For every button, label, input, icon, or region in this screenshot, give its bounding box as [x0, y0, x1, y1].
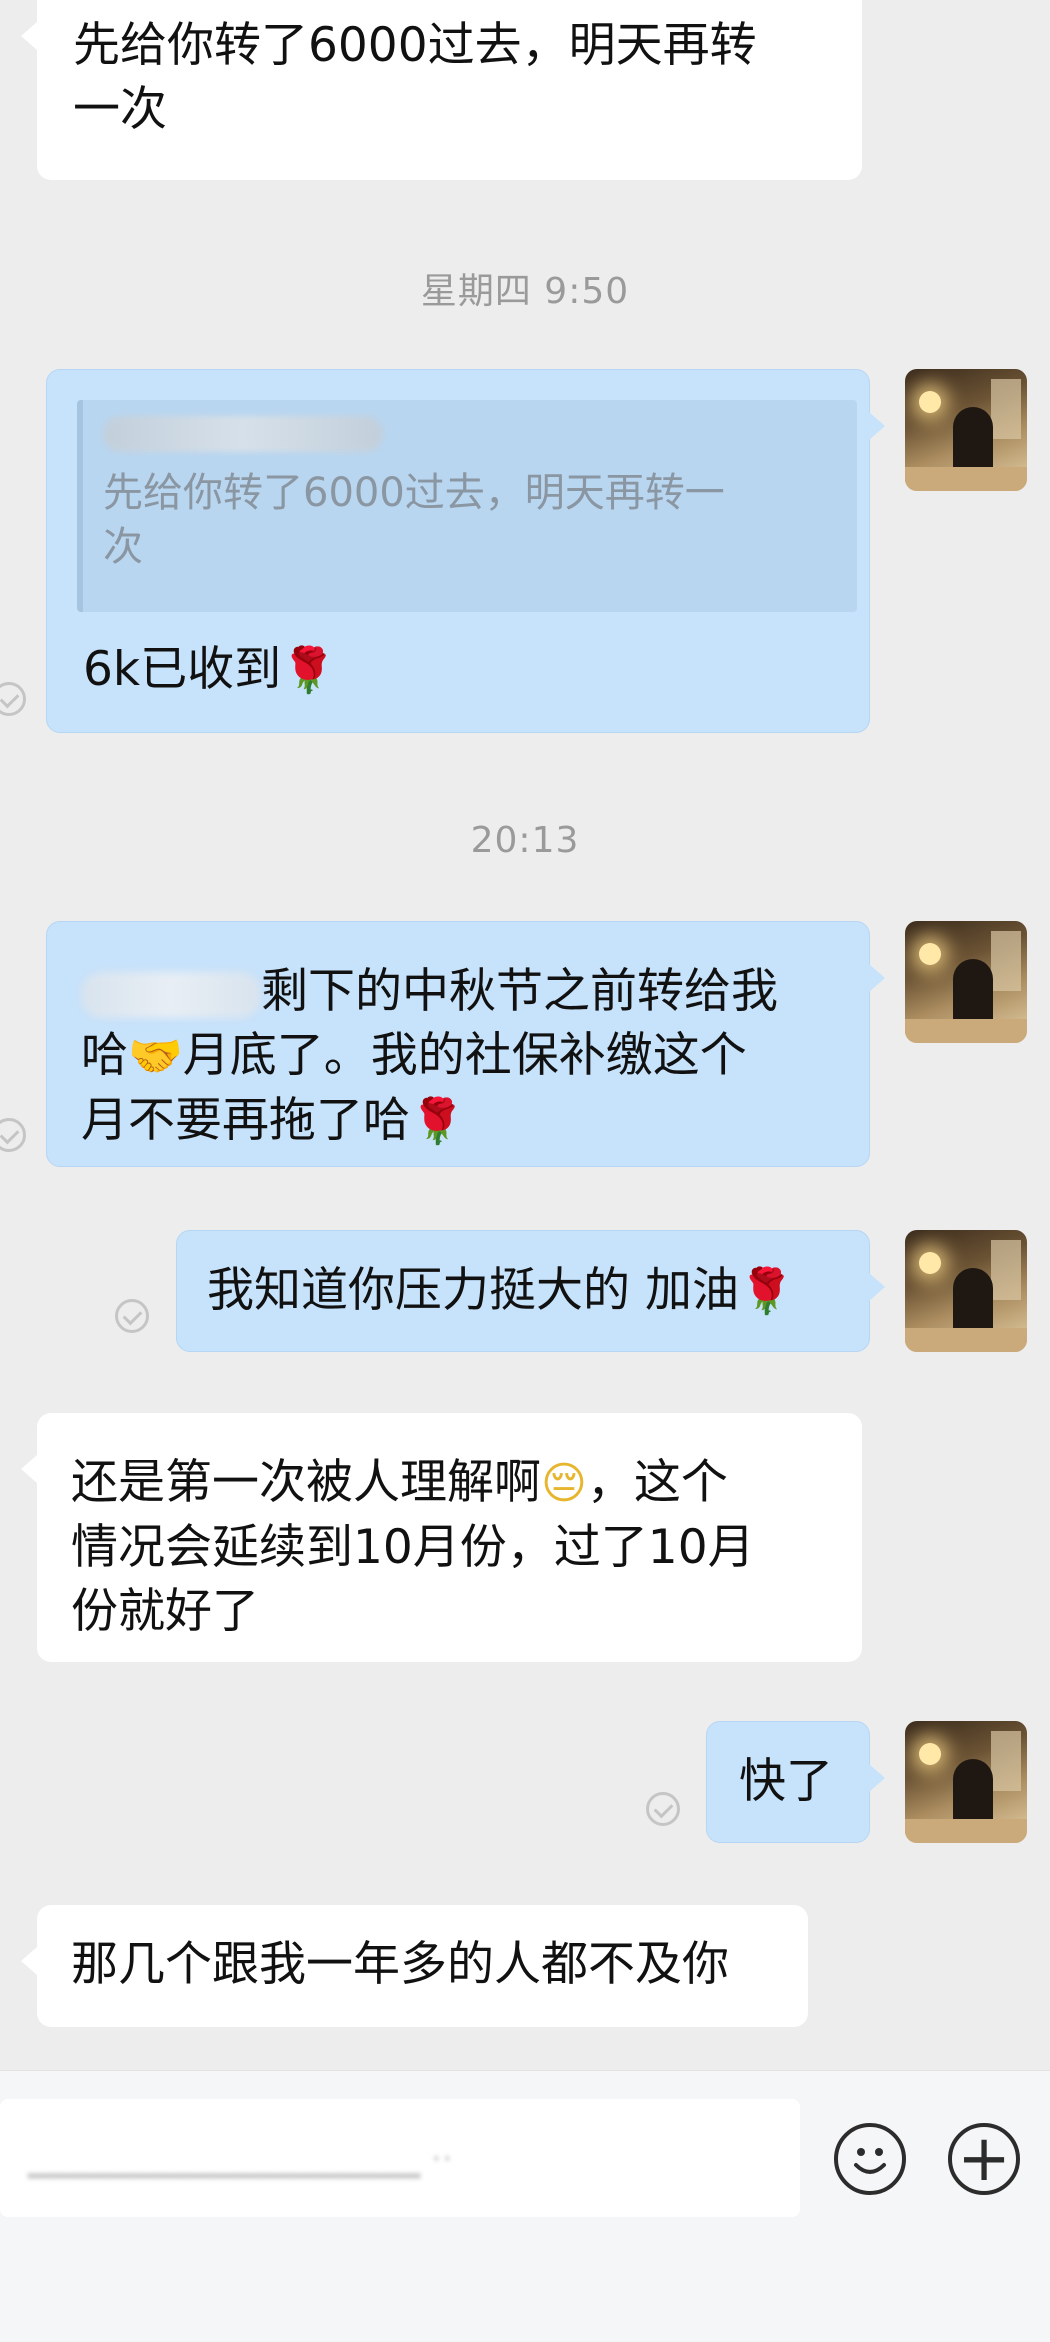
handshake-emoji: 🤝 [128, 1031, 183, 1082]
avatar[interactable] [905, 1721, 1027, 1843]
quoted-sender-name [103, 416, 383, 452]
message-outgoing[interactable]: 先给你转了6000过去，明天再转一 次 6k已收到🌹 [46, 369, 885, 733]
rose-emoji: 🌹 [281, 645, 336, 696]
quoted-text: 次 [103, 524, 143, 570]
plus-glyph: + [957, 2122, 1011, 2196]
avatar[interactable] [905, 921, 1027, 1043]
quoted-text: 先给你转了6000过去，明天再转一 [103, 470, 725, 516]
chat-area[interactable]: 先给你转了6000过去，明天再转 一次 星期四 9:50 先给你转了6000过去… [0, 0, 1050, 2070]
read-check-icon [0, 1118, 26, 1152]
worried-face-emoji: 😔 [541, 1458, 587, 1509]
message-text: 剩下的中秋节之前转给我 [261, 964, 778, 1019]
message-text: ，这个 [586, 1455, 728, 1510]
input-bar: ▁▁▁▁▁▁▁▁▁▁▁▁▁▁▁ ·· + [0, 2070, 1050, 2342]
blurred-name [81, 971, 261, 1018]
quoted-message[interactable]: 先给你转了6000过去，明天再转一 次 [77, 400, 857, 612]
message-text: 一次 [73, 82, 167, 137]
message-incoming[interactable]: 先给你转了6000过去，明天再转 一次 [21, 0, 862, 180]
message-text: 份就好了 [71, 1584, 259, 1639]
rose-emoji: 🌹 [738, 1266, 794, 1317]
message-text: 那几个跟我一年多的人都不及你 [71, 1937, 729, 1992]
read-check-icon [115, 1299, 149, 1333]
message-input[interactable]: ▁▁▁▁▁▁▁▁▁▁▁▁▁▁▁ ·· [0, 2099, 800, 2217]
message-outgoing[interactable]: 剩下的中秋节之前转给我 哈🤝月底了。我的社保补缴这个 月不要再拖了哈🌹 [46, 921, 885, 1167]
message-text: 先给你转了6000过去，明天再转 [73, 18, 757, 73]
avatar[interactable] [905, 369, 1027, 491]
message-text: 6k已收到 [83, 642, 282, 697]
message-outgoing[interactable]: 快了 [706, 1721, 885, 1843]
message-text: 快了 [739, 1754, 833, 1809]
message-text: 还是第一次被人理解啊 [71, 1455, 541, 1510]
message-outgoing[interactable]: 我知道你压力挺大的 加油🌹 [176, 1230, 885, 1352]
timestamp: 星期四 9:50 [420, 271, 630, 312]
plus-icon[interactable]: + [948, 2122, 1020, 2196]
message-text: 月底了。我的社保补缴这个 [182, 1028, 747, 1083]
message-text: 哈 [81, 1028, 128, 1083]
timestamp: 20:13 [470, 820, 580, 861]
message-text: 我知道你压力挺大的 加油 [207, 1263, 739, 1318]
smiley-icon[interactable] [834, 2123, 906, 2195]
read-check-icon [646, 1792, 680, 1826]
message-text: 情况会延续到10月份，过了10月 [71, 1520, 755, 1575]
message-incoming[interactable]: 还是第一次被人理解啊😔，这个 情况会延续到10月份，过了10月 份就好了 [21, 1413, 862, 1662]
avatar[interactable] [905, 1230, 1027, 1352]
rose-emoji: 🌹 [410, 1096, 465, 1147]
input-draft-blurred: ▁▁▁▁▁▁▁▁▁▁▁▁▁▁▁ ·· [28, 2139, 453, 2179]
message-text: 月不要再拖了哈 [81, 1093, 410, 1148]
message-incoming[interactable]: 那几个跟我一年多的人都不及你 [21, 1905, 808, 2027]
read-check-icon [0, 682, 26, 716]
